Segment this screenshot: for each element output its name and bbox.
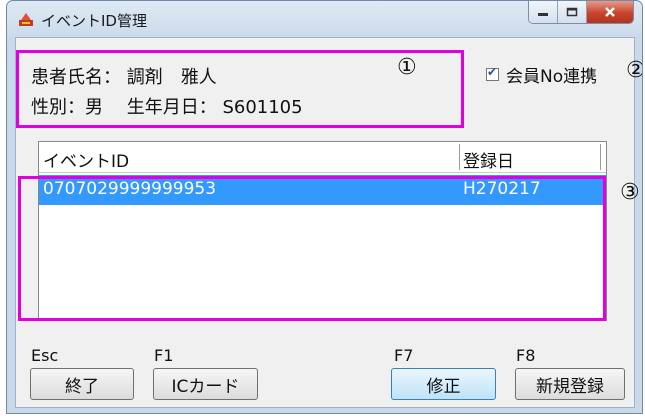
member-link-checkbox[interactable]: ✔ 会員No連携 xyxy=(486,62,597,87)
list-highlight-box xyxy=(18,176,606,321)
key-hint-esc: Esc xyxy=(31,346,59,365)
close-icon xyxy=(605,7,615,17)
patient-gender-birth-line: 性別：男 生年月日： S601105 xyxy=(31,97,303,118)
key-hint-f8: F8 xyxy=(516,346,536,365)
app-logo-icon xyxy=(19,13,33,26)
event-id-window: イベントID管理 患者氏名： 調剤 雅人 性別：男 生年月日： S601105 … xyxy=(6,0,643,414)
minimize-button[interactable] xyxy=(529,1,558,23)
column-header-event-id[interactable]: イベントID xyxy=(43,147,129,172)
column-divider[interactable] xyxy=(459,144,460,170)
callout-marker-3: ③ xyxy=(620,180,640,205)
callout-marker-2: ② xyxy=(626,58,642,83)
key-hint-f7: F7 xyxy=(394,346,414,365)
ic-card-button[interactable]: ICカード xyxy=(153,368,258,400)
patient-name-line: 患者氏名： 調剤 雅人 xyxy=(31,67,217,88)
exit-button[interactable]: 終了 xyxy=(30,368,134,400)
window-title: イベントID管理 xyxy=(41,12,147,30)
callout-marker-1: ① xyxy=(397,55,417,80)
key-hint-f1: F1 xyxy=(154,346,174,365)
member-link-label: 会員No連携 xyxy=(506,67,598,87)
list-header: イベントID 登録日 xyxy=(39,142,606,173)
column-divider[interactable] xyxy=(600,144,601,170)
close-button[interactable] xyxy=(587,1,633,23)
dialog-body: 患者氏名： 調剤 雅人 性別：男 生年月日： S601105 ① ✔ 会員No連… xyxy=(15,37,642,408)
minimize-icon xyxy=(538,13,548,16)
check-mark-icon: ✔ xyxy=(487,65,498,79)
new-register-button[interactable]: 新規登録 xyxy=(515,368,625,400)
checkbox-box[interactable]: ✔ xyxy=(486,65,499,81)
window-controls xyxy=(528,1,634,24)
title-bar[interactable]: イベントID管理 xyxy=(7,1,642,37)
maximize-button[interactable] xyxy=(558,1,587,23)
column-header-reg-date[interactable]: 登録日 xyxy=(463,147,514,172)
edit-button[interactable]: 修正 xyxy=(391,368,496,400)
patient-info-highlight: 患者氏名： 調剤 雅人 性別：男 生年月日： S601105 ① xyxy=(16,50,464,128)
maximize-icon xyxy=(566,7,578,17)
